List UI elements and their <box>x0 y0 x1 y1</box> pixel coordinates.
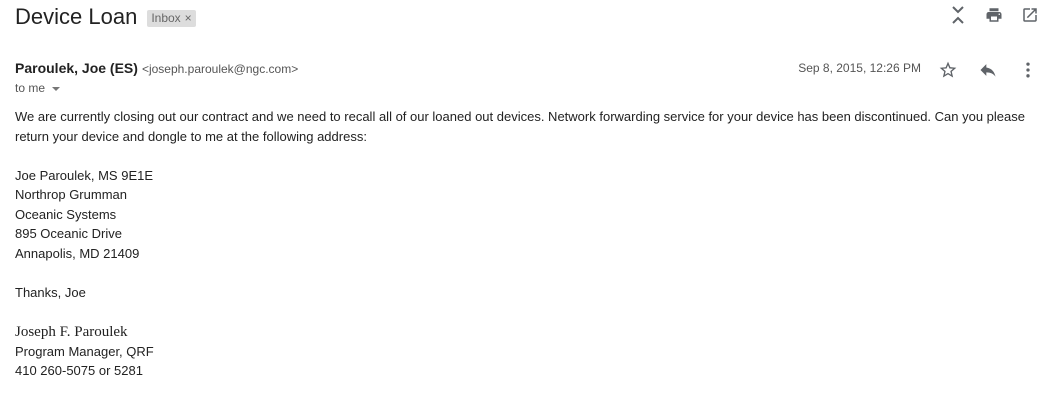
remove-label-icon[interactable]: × <box>185 11 192 25</box>
star-icon[interactable] <box>936 58 960 82</box>
message-date: Sep 8, 2015, 12:26 PM <box>798 61 921 75</box>
address-line: Annapolis, MD 21409 <box>15 245 140 261</box>
signature-title: Program Manager, QRF <box>15 343 154 359</box>
signature-name: Joseph F. Paroulek <box>15 323 128 340</box>
body-paragraph: We are currently closing out our contrac… <box>15 109 1025 144</box>
address-line: 895 Oceanic Drive <box>15 226 122 241</box>
recipient-text: to me <box>15 81 46 95</box>
subject-row: Device Loan Inbox × <box>15 2 196 32</box>
print-icon[interactable] <box>984 5 1004 25</box>
sender-row: Paroulek, Joe (ES) <joseph.paroulek@ngc.c… <box>15 60 1040 80</box>
address-line: Northrop Grumman <box>15 187 127 202</box>
sender-email: <joseph.paroulek@ngc.com> <box>141 62 299 76</box>
message-body: We are currently closing out our contrac… <box>15 107 1040 381</box>
open-in-new-window-icon[interactable] <box>1020 5 1040 25</box>
email-subject: Device Loan <box>15 4 138 29</box>
recipient-details-toggle[interactable]: to me <box>15 81 61 95</box>
inbox-label-chip[interactable]: Inbox × <box>147 9 196 27</box>
message-actions <box>936 58 1040 82</box>
signature-phone: 410 260-5075 or 5281 <box>15 363 143 378</box>
sender-name[interactable]: Paroulek, Joe (ES) <box>15 60 138 76</box>
more-vert-icon[interactable] <box>1016 58 1040 82</box>
address-line: Joe Paroulek, MS 9E1E <box>15 167 154 183</box>
address-line: Oceanic Systems <box>15 206 117 222</box>
chevron-down-icon[interactable] <box>52 86 61 91</box>
reply-icon[interactable] <box>976 58 1000 82</box>
closing-line: Thanks, Joe <box>15 284 86 300</box>
collapse-all-icon[interactable] <box>948 5 968 25</box>
label-chip-text: Inbox <box>151 11 181 25</box>
thread-toolbar <box>948 5 1040 25</box>
